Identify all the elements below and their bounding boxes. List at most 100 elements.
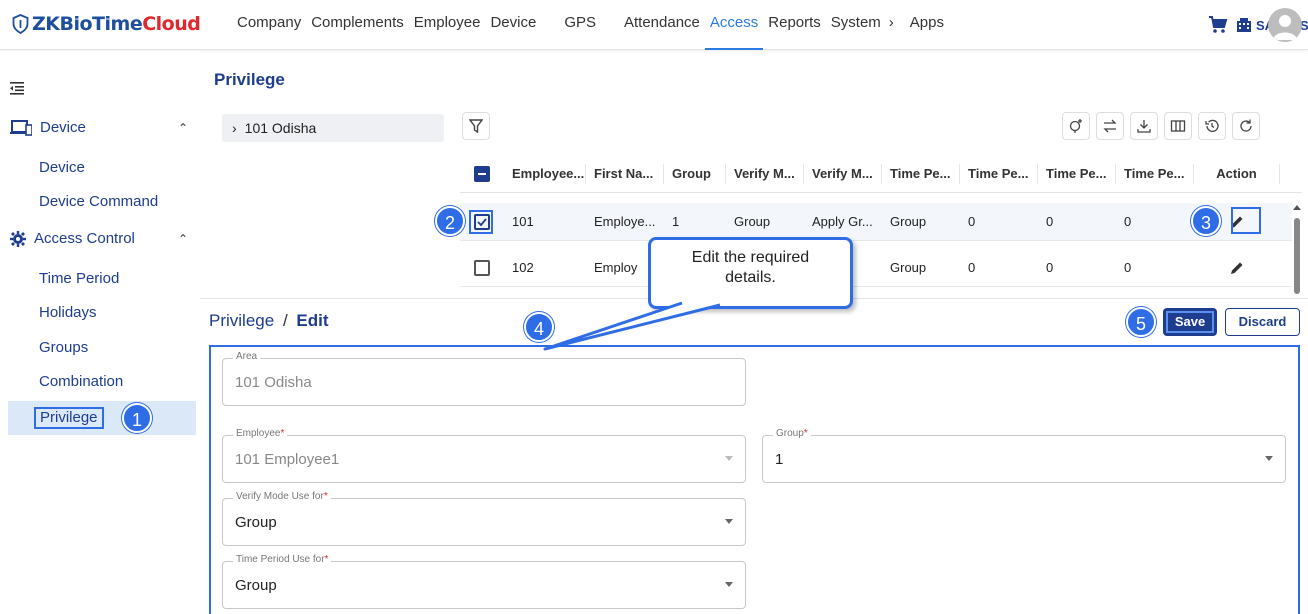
- sidebar-item-groups[interactable]: Groups: [39, 339, 88, 356]
- discard-button[interactable]: Discard: [1225, 308, 1300, 336]
- step-marker-5: 5: [1126, 307, 1156, 337]
- cell-time-period-1: Group: [890, 213, 927, 229]
- nav-employee[interactable]: Employee: [409, 0, 486, 50]
- top-bar: ZKBioTime Cloud Company Complements Emplo…: [0, 0, 1308, 50]
- col-time-period-3[interactable]: Time Pe...: [1038, 163, 1116, 184]
- swap-icon: [1103, 119, 1117, 133]
- filter-button[interactable]: [462, 112, 490, 140]
- chevron-right-icon[interactable]: ›: [232, 120, 237, 136]
- breadcrumb: Privilege / Edit: [209, 311, 329, 331]
- time-period-select[interactable]: Time Period Use for* Group: [222, 554, 746, 609]
- select-all-cell: [460, 165, 504, 182]
- nav-system[interactable]: System: [826, 0, 884, 50]
- refresh-icon: [1240, 119, 1252, 132]
- verify-mode-select[interactable]: Verify Mode Use for* Group: [222, 491, 746, 546]
- dropdown-arrow-icon[interactable]: [725, 582, 733, 587]
- time-period-label: Time Period Use for*: [233, 554, 332, 565]
- breadcrumb-current: Edit: [296, 311, 329, 330]
- cell-employee: 101: [512, 213, 534, 229]
- nav-more-chevron[interactable]: ›: [884, 0, 899, 50]
- sidebar-item-device[interactable]: Device: [39, 159, 85, 176]
- breadcrumb-parent[interactable]: Privilege: [209, 311, 274, 330]
- nav-gps[interactable]: GPS: [559, 0, 601, 50]
- sidebar-item-holidays[interactable]: Holidays: [39, 304, 97, 321]
- chevron-up-icon: ⌃: [178, 231, 189, 246]
- step-marker-4: 4: [524, 312, 554, 342]
- col-time-period-1[interactable]: Time Pe...: [882, 163, 960, 184]
- sidebar-group-label: Device: [40, 119, 86, 136]
- verify-mode-label: Verify Mode Use for*: [233, 491, 331, 502]
- columns-button[interactable]: [1164, 112, 1192, 140]
- cell-time-period-4: 0: [1124, 259, 1132, 275]
- filter-icon: [469, 119, 483, 133]
- columns-icon: [1170, 120, 1186, 132]
- scroll-up-arrow-icon[interactable]: [1293, 205, 1301, 210]
- area-tree-node[interactable]: › 101 Odisha: [222, 114, 444, 142]
- transfer-button[interactable]: [1096, 112, 1124, 140]
- col-first-name[interactable]: First Na...: [586, 163, 664, 184]
- avatar[interactable]: [1268, 8, 1302, 42]
- nav-apps[interactable]: Apps: [905, 0, 949, 50]
- edit-pencil-icon[interactable]: [1229, 260, 1245, 276]
- sidebar-group-access-control[interactable]: Access Control ⌃: [10, 230, 188, 247]
- refresh-button[interactable]: [1232, 112, 1260, 140]
- collapse-menu-icon[interactable]: [10, 81, 24, 95]
- nav-complements[interactable]: Complements: [306, 0, 409, 50]
- cart-icon[interactable]: [1208, 16, 1228, 34]
- table-row[interactable]: 102 Employ y Gr... Group 0 0 0: [460, 249, 1292, 287]
- cell-time-period-4: 0: [1124, 213, 1132, 229]
- add-geo-button[interactable]: [1062, 112, 1090, 140]
- export-button[interactable]: [1130, 112, 1158, 140]
- step-marker-2: 2: [435, 206, 465, 236]
- nav-device[interactable]: Device: [485, 0, 541, 50]
- cell-employee: 102: [512, 259, 534, 275]
- time-period-value[interactable]: Group: [235, 577, 277, 594]
- step-marker-3: 3: [1191, 206, 1221, 236]
- dropdown-arrow-icon[interactable]: [1265, 456, 1273, 461]
- group-value[interactable]: 1: [775, 451, 783, 468]
- sidebar-item-time-period[interactable]: Time Period: [39, 270, 119, 287]
- col-action: Action: [1194, 163, 1280, 184]
- table-row[interactable]: 101 Employe... 1 Group Apply Gr... Group…: [460, 203, 1292, 241]
- row-checkbox[interactable]: [474, 259, 490, 276]
- verify-mode-value[interactable]: Group: [235, 514, 277, 531]
- download-icon: [1137, 120, 1151, 133]
- nav-attendance[interactable]: Attendance: [619, 0, 705, 50]
- col-time-period-2[interactable]: Time Pe...: [960, 163, 1038, 184]
- sidebar-item-privilege-label[interactable]: Privilege: [34, 407, 104, 429]
- cell-time-period-1: Group: [890, 259, 927, 275]
- select-all-checkbox[interactable]: [474, 165, 490, 182]
- nav-access[interactable]: Access: [704, 0, 764, 50]
- tree-node-label[interactable]: 101 Odisha: [245, 120, 317, 136]
- area-value: 101 Odisha: [235, 374, 312, 391]
- sidebar-group-label: Access Control: [34, 230, 135, 247]
- group-select[interactable]: Group* 1: [762, 428, 1286, 483]
- highlight-row-checkbox: [469, 210, 493, 234]
- breadcrumb-separator: /: [282, 311, 288, 330]
- col-group[interactable]: Group: [664, 163, 726, 184]
- col-verify-mode-2[interactable]: Verify M...: [804, 163, 882, 184]
- nav-company[interactable]: Company: [232, 0, 306, 50]
- col-time-period-4[interactable]: Time Pe...: [1116, 163, 1194, 184]
- sidebar-item-device-command[interactable]: Device Command: [39, 193, 158, 210]
- dropdown-arrow-icon[interactable]: [725, 519, 733, 524]
- col-verify-mode-1[interactable]: Verify M...: [726, 163, 804, 184]
- highlight-save-button: [1166, 311, 1214, 333]
- logo-text: ZKBioTime: [32, 13, 143, 35]
- employee-select: Employee* 101 Employee1: [222, 428, 746, 483]
- col-employee[interactable]: Employee...: [504, 163, 586, 184]
- sidebar-group-device[interactable]: Device ⌃: [10, 119, 188, 136]
- group-label: Group*: [773, 428, 811, 439]
- grid-scrollbar[interactable]: [1294, 218, 1300, 294]
- sidebar-item-combination[interactable]: Combination: [39, 373, 123, 390]
- row-actions: [1194, 260, 1280, 276]
- app-logo[interactable]: ZKBioTime Cloud: [12, 10, 201, 38]
- cell-time-period-2: 0: [968, 259, 976, 275]
- cell-first-name: Employe...: [594, 213, 656, 229]
- nav-reports[interactable]: Reports: [763, 0, 826, 50]
- main-nav: Company Complements Employee Device GPS …: [232, 0, 949, 50]
- cell-group: 1: [672, 213, 680, 229]
- history-button[interactable]: [1198, 112, 1226, 140]
- cell-time-period-3: 0: [1046, 259, 1054, 275]
- callout-line-2: details.: [725, 269, 776, 286]
